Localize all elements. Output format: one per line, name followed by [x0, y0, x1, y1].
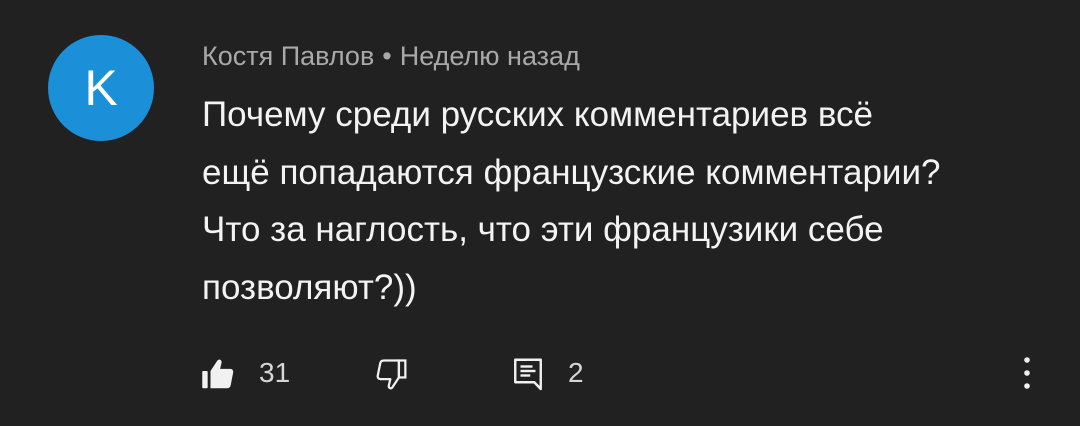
avatar[interactable]: K	[48, 35, 154, 141]
author-name[interactable]: Костя Павлов	[202, 41, 374, 71]
comment-time: Неделю назад	[399, 41, 580, 71]
comment-text-line: Почему среди русских комментариев всё	[202, 95, 874, 134]
thumbs-down-icon	[376, 359, 407, 390]
comment-text-line: позволяют?))	[202, 267, 417, 307]
avatar-letter: K	[84, 60, 118, 116]
reply-count: 2	[568, 357, 584, 388]
comment-text-line: Что за наглость, что эти французики себе	[202, 210, 884, 249]
comment-actions: 31 2	[0, 340, 1080, 404]
thumbs-up-icon	[202, 359, 234, 389]
reply-button[interactable]	[506, 352, 550, 396]
comment-meta: Костя Павлов • Неделю назад	[202, 40, 580, 72]
comment-card: K Костя Павлов • Неделю назад Почему среди…	[0, 0, 1080, 426]
comment-text: Почему среди русских комментариев всё ещ…	[202, 86, 1052, 316]
like-count: 31	[259, 357, 291, 388]
like-button[interactable]	[196, 352, 240, 396]
more-options-button[interactable]	[1012, 348, 1042, 398]
comment-text-line: ещё попадаются французские комментарии?	[202, 152, 941, 192]
comment-icon	[514, 358, 542, 391]
dislike-button[interactable]	[370, 352, 414, 396]
meta-separator: •	[382, 41, 392, 71]
more-vertical-icon	[1024, 357, 1030, 389]
